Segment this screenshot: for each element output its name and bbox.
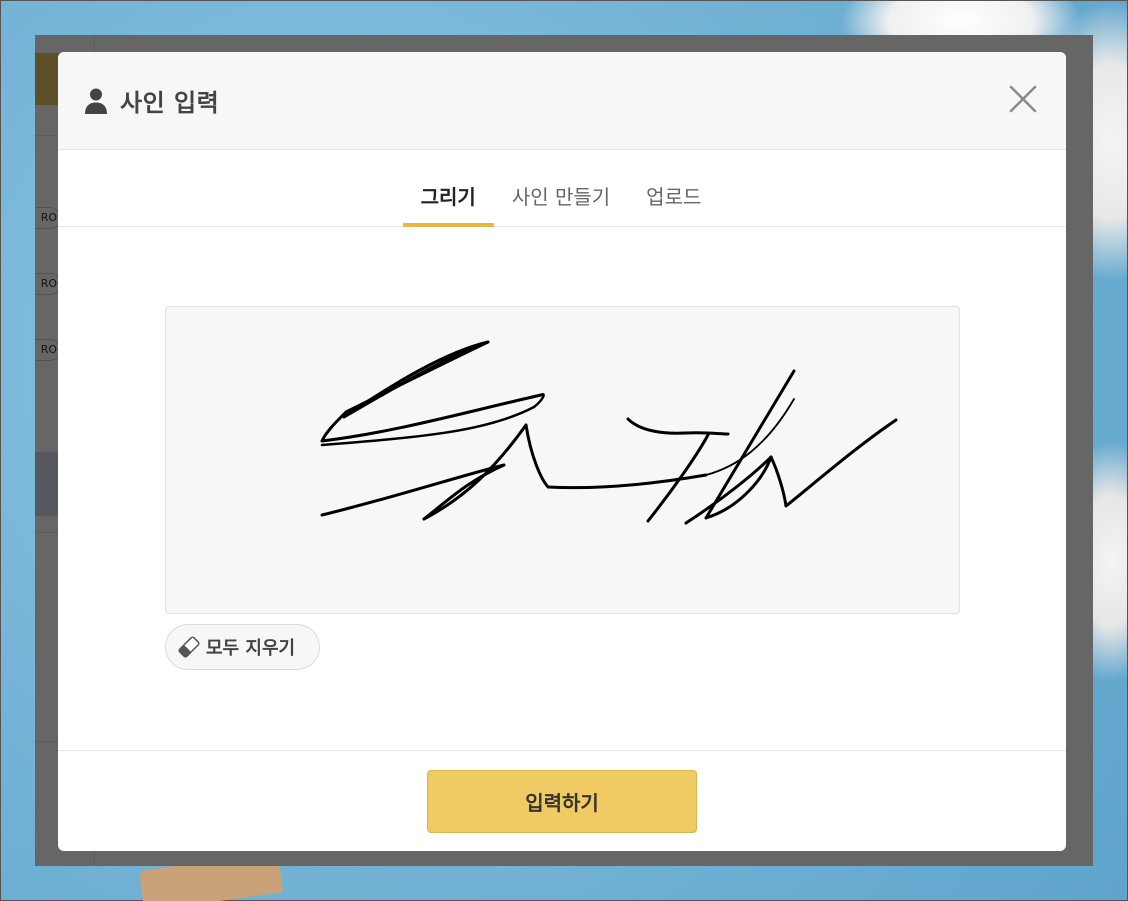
tab-create-signature[interactable]: 사인 만들기 bbox=[494, 150, 628, 226]
signature-tabs: 그리기 사인 만들기 업로드 bbox=[58, 150, 1066, 227]
tab-upload-label: 업로드 bbox=[646, 184, 702, 209]
modal-header: 사인 입력 bbox=[58, 52, 1066, 150]
tab-draw-label: 그리기 bbox=[420, 184, 476, 209]
tab-create-signature-label: 사인 만들기 bbox=[511, 184, 611, 209]
clear-all-label: 모두 지우기 bbox=[206, 638, 296, 659]
modal-title: 사인 입력 bbox=[120, 89, 220, 117]
signature-modal: 사인 입력 그리기 사인 만들기 업로드 모두 지우기 입력하기 bbox=[58, 52, 1066, 851]
signature-drawing bbox=[320, 340, 898, 525]
person-icon bbox=[85, 88, 107, 114]
submit-button[interactable]: 입력하기 bbox=[427, 769, 697, 833]
eraser-icon bbox=[178, 636, 200, 658]
close-icon bbox=[1009, 85, 1037, 113]
close-button[interactable] bbox=[1008, 84, 1038, 114]
tab-draw[interactable]: 그리기 bbox=[402, 150, 495, 227]
signature-canvas[interactable] bbox=[165, 306, 960, 614]
clear-all-button[interactable]: 모두 지우기 bbox=[165, 624, 320, 670]
modal-footer: 입력하기 bbox=[58, 750, 1066, 851]
tab-upload[interactable]: 업로드 bbox=[628, 150, 719, 226]
